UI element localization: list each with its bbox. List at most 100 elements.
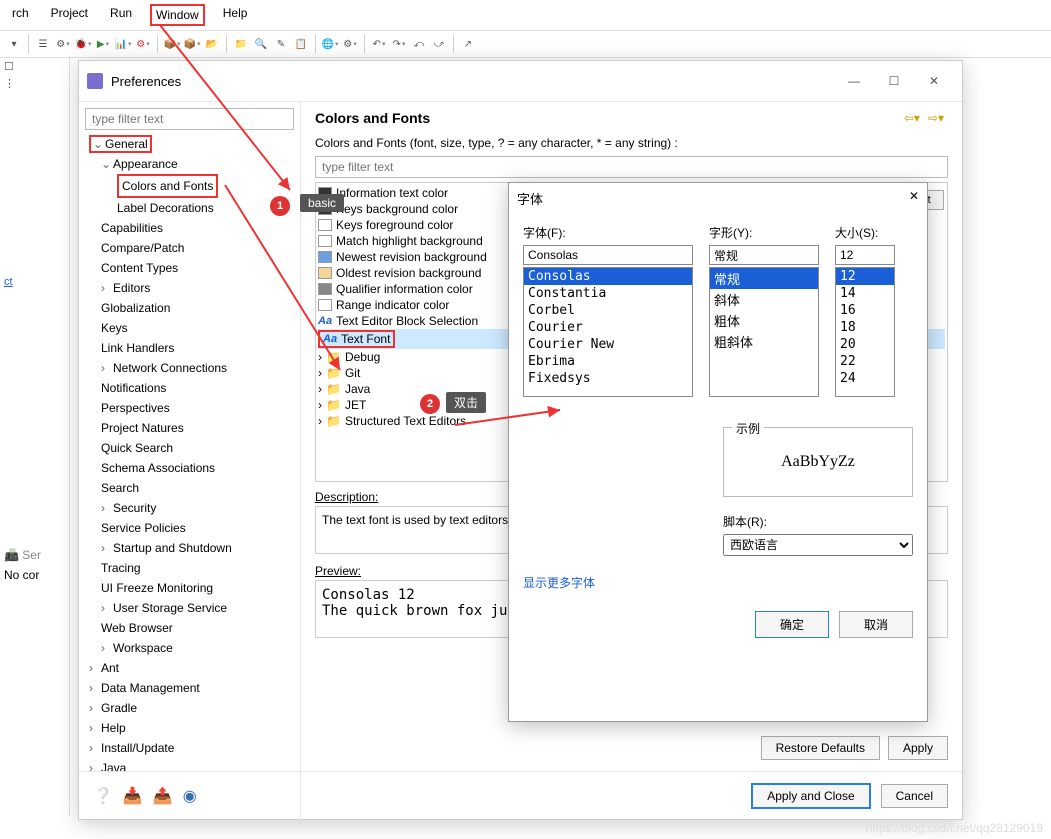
- font-label: 字体(F):: [523, 224, 693, 241]
- menu-item-help[interactable]: Help: [219, 4, 252, 26]
- page-title: Colors and Fonts: [315, 110, 900, 126]
- sample-box: 示例 AaBbYyZz: [723, 427, 913, 497]
- tree-item[interactable]: Editors: [113, 281, 150, 295]
- tree-item[interactable]: Capabilities: [85, 218, 294, 238]
- tree-item[interactable]: Network Connections: [113, 361, 227, 375]
- run-icon[interactable]: ▶▾: [95, 36, 111, 52]
- tree-item[interactable]: Data Management: [101, 681, 200, 695]
- tree-item[interactable]: Security: [113, 501, 156, 515]
- dialog-footer: ❔ 📥 📤 ◉ Apply and Close Cancel: [79, 771, 962, 819]
- close-icon[interactable]: ✕: [909, 189, 919, 208]
- tree-item[interactable]: Notifications: [85, 378, 294, 398]
- tree-item[interactable]: Schema Associations: [85, 458, 294, 478]
- toolbar-icon[interactable]: 📁: [233, 36, 249, 52]
- tree-item[interactable]: Search: [85, 478, 294, 498]
- record-icon[interactable]: ◉: [183, 786, 197, 806]
- style-listbox[interactable]: 常规 斜体 粗体 粗斜体: [709, 267, 819, 397]
- toolbar-icon[interactable]: 📂: [204, 36, 220, 52]
- debug-icon[interactable]: 🐞▾: [75, 36, 91, 52]
- tree-item[interactable]: Web Browser: [85, 618, 294, 638]
- tree-item[interactable]: Workspace: [113, 641, 173, 655]
- toolbar-icon[interactable]: ⚙▾: [342, 36, 358, 52]
- annotation-label-basic: basic: [300, 194, 344, 212]
- tree-item[interactable]: Service Policies: [85, 518, 294, 538]
- toolbar-icon[interactable]: 📊▾: [115, 36, 131, 52]
- tree-item[interactable]: Startup and Shutdown: [113, 541, 232, 555]
- menu-bar: rch Project Run Window Help: [0, 0, 1051, 31]
- menu-item-run[interactable]: Run: [106, 4, 136, 26]
- tree-item[interactable]: User Storage Service: [113, 601, 227, 615]
- tree-colors-and-fonts[interactable]: Colors and Fonts: [117, 174, 218, 198]
- nav-arrows[interactable]: ⇦▾⇨▾: [900, 111, 948, 125]
- toolbar-icon[interactable]: ▾: [6, 36, 22, 52]
- forward-icon[interactable]: ↷▾: [391, 36, 407, 52]
- toolbar-icon[interactable]: ⚙▾: [55, 36, 71, 52]
- preferences-tree[interactable]: ⌄General ⌄Appearance Colors and Fonts La…: [85, 134, 294, 778]
- tree-item[interactable]: Keys: [85, 318, 294, 338]
- toolbar-icon[interactable]: 🌐▾: [322, 36, 338, 52]
- link-fragment[interactable]: ct: [4, 276, 13, 288]
- toolbar-icon[interactable]: ⤻: [431, 36, 447, 52]
- separator: [364, 35, 365, 53]
- script-select[interactable]: 西欧语言: [723, 534, 913, 556]
- filter-input[interactable]: [85, 108, 294, 130]
- toolbar-icon[interactable]: 🔍: [253, 36, 269, 52]
- inner-filter-input[interactable]: [315, 156, 948, 178]
- export-icon[interactable]: 📤: [153, 786, 173, 806]
- apply-and-close-button[interactable]: Apply and Close: [751, 783, 870, 809]
- toolbar-icon[interactable]: ⚙▾: [135, 36, 151, 52]
- annotation-badge-2: 2: [420, 394, 440, 414]
- tree-item[interactable]: Tracing: [85, 558, 294, 578]
- import-icon[interactable]: 📥: [123, 786, 143, 806]
- separator: [315, 35, 316, 53]
- cancel-button[interactable]: 取消: [839, 611, 913, 638]
- left-sidebar: ☐ ⋮ ct 📠 Ser No cor: [0, 56, 70, 816]
- toolbar-icon[interactable]: ↗: [460, 36, 476, 52]
- tree-item[interactable]: Project Natures: [85, 418, 294, 438]
- tree-item[interactable]: Content Types: [85, 258, 294, 278]
- text-font-row[interactable]: Text Font: [341, 332, 390, 346]
- toolbar-icon[interactable]: 📦▾: [164, 36, 180, 52]
- tree-item[interactable]: Gradle: [101, 701, 137, 715]
- more-fonts-link[interactable]: 显示更多字体: [523, 574, 595, 591]
- help-icon[interactable]: ❔: [93, 786, 113, 806]
- font-dialog-titlebar: 字体 ✕: [509, 183, 927, 214]
- tree-item[interactable]: Globalization: [85, 298, 294, 318]
- tree-item[interactable]: Install/Update: [101, 741, 174, 755]
- font-name-input[interactable]: [523, 245, 693, 265]
- tree-item[interactable]: Compare/Patch: [85, 238, 294, 258]
- back-icon[interactable]: ↶▾: [371, 36, 387, 52]
- font-style-input[interactable]: [709, 245, 819, 265]
- apply-button[interactable]: Apply: [888, 736, 948, 760]
- cancel-button[interactable]: Cancel: [881, 784, 948, 808]
- toolbar-icon[interactable]: ✎: [273, 36, 289, 52]
- toolbar-icon[interactable]: ⤺: [411, 36, 427, 52]
- preferences-tree-pane: ⌄General ⌄Appearance Colors and Fonts La…: [79, 102, 301, 820]
- separator: [453, 35, 454, 53]
- panel-tab[interactable]: ☐: [4, 60, 65, 73]
- menu-item-window[interactable]: Window: [150, 4, 205, 26]
- toolbar-icon[interactable]: 📋: [293, 36, 309, 52]
- font-listbox[interactable]: Consolas Constantia Corbel Courier Couri…: [523, 267, 693, 397]
- tree-item[interactable]: Perspectives: [85, 398, 294, 418]
- minimize-button[interactable]: —: [834, 67, 874, 95]
- tree-item[interactable]: Help: [101, 721, 126, 735]
- toolbar-icon[interactable]: 📦▾: [184, 36, 200, 52]
- tree-item[interactable]: UI Freeze Monitoring: [85, 578, 294, 598]
- font-size-input[interactable]: [835, 245, 895, 265]
- menu-item-search[interactable]: rch: [8, 4, 33, 26]
- dialog-title: Preferences: [111, 74, 834, 89]
- menu-item-project[interactable]: Project: [47, 4, 92, 26]
- tree-item[interactable]: Label Decorations: [85, 198, 294, 218]
- close-button[interactable]: ✕: [914, 67, 954, 95]
- tree-item[interactable]: Link Handlers: [85, 338, 294, 358]
- dialog-titlebar: Preferences — ☐ ✕: [79, 61, 962, 102]
- restore-defaults-button[interactable]: Restore Defaults: [761, 736, 880, 760]
- panel-tab[interactable]: ⋮: [4, 77, 65, 90]
- toolbar-icon[interactable]: ☰: [35, 36, 51, 52]
- maximize-button[interactable]: ☐: [874, 67, 914, 95]
- size-listbox[interactable]: 12 14 16 18 20 22 24: [835, 267, 895, 397]
- tree-item[interactable]: Quick Search: [85, 438, 294, 458]
- ok-button[interactable]: 确定: [755, 611, 829, 638]
- tree-item[interactable]: Ant: [101, 661, 119, 675]
